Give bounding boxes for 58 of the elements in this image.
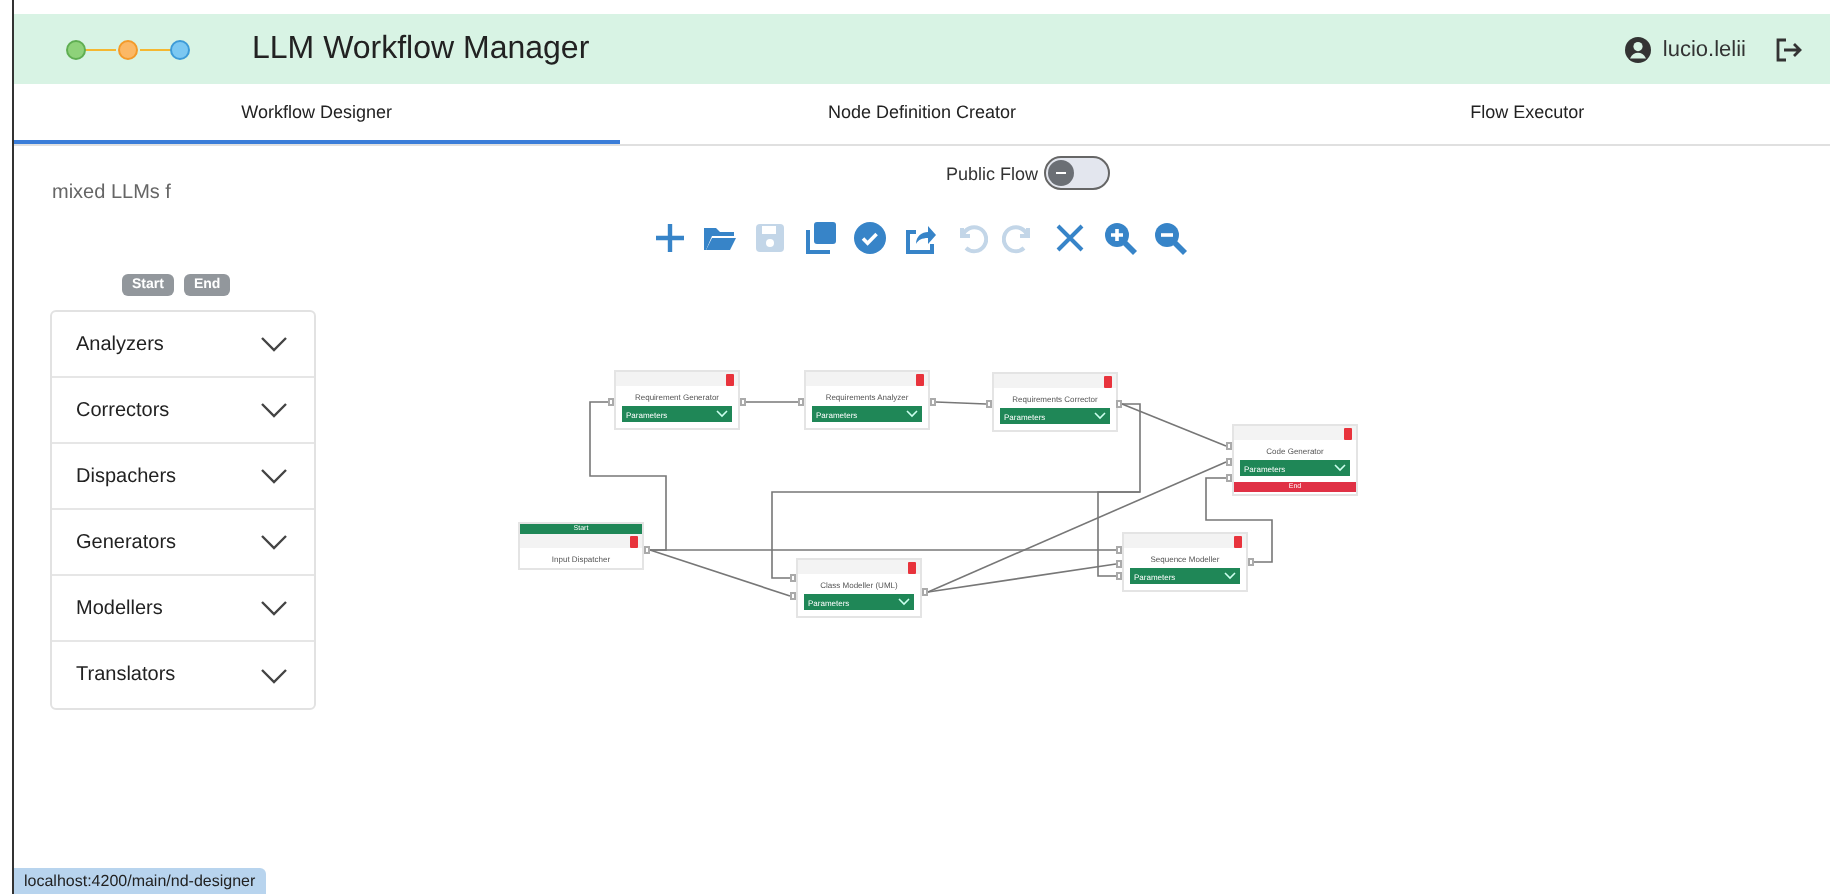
chevron-icon — [898, 598, 910, 606]
chevron-icon — [260, 600, 288, 616]
logo-icon — [64, 37, 192, 61]
app-title: LLM Workflow Manager — [252, 31, 590, 67]
zoom-in-icon[interactable] — [1102, 220, 1138, 256]
chevron-icon — [260, 534, 288, 550]
connector-line[interactable] — [927, 563, 1117, 593]
logout-icon[interactable] — [1774, 35, 1802, 63]
port-handle[interactable] — [740, 398, 746, 406]
port-handle[interactable] — [1248, 558, 1254, 566]
user-name: lucio.lelii — [1662, 37, 1746, 61]
delete-icon[interactable] — [726, 373, 734, 385]
check-circle-icon[interactable] — [852, 220, 888, 256]
port-handle[interactable] — [790, 574, 796, 582]
port-handle[interactable] — [608, 398, 614, 406]
chevron-icon — [260, 667, 288, 683]
delete-icon[interactable] — [1234, 535, 1242, 547]
chevron-icon — [1334, 464, 1346, 472]
delete-icon[interactable] — [1104, 375, 1112, 387]
plus-icon[interactable] — [652, 220, 688, 256]
port-handle[interactable] — [790, 592, 796, 600]
category-header[interactable]: Translators — [52, 642, 314, 708]
connector-line[interactable] — [589, 401, 667, 551]
connector-line[interactable] — [1121, 403, 1227, 447]
port-handle[interactable] — [798, 398, 804, 406]
zoom-out-icon[interactable] — [1152, 220, 1188, 256]
delete-icon[interactable] — [630, 535, 638, 547]
delete-icon[interactable] — [908, 561, 916, 573]
category-header[interactable]: Modellers — [52, 576, 314, 642]
delete-icon[interactable] — [1344, 427, 1352, 439]
category-header[interactable]: Dispachers — [52, 444, 314, 510]
chevron-icon — [1224, 572, 1236, 580]
public-flow-switch[interactable] — [1044, 156, 1111, 190]
connector-line[interactable] — [649, 549, 791, 597]
category-header[interactable]: Correctors — [52, 378, 314, 444]
chevron-icon — [1094, 412, 1106, 420]
delete-icon[interactable] — [916, 373, 924, 385]
user-avatar-icon — [1624, 35, 1653, 63]
connector-line[interactable] — [935, 401, 987, 405]
chevron-icon — [260, 468, 288, 484]
toggle-label: Public Flow — [946, 163, 1039, 183]
chevron-icon — [260, 336, 288, 352]
chevron-icon — [716, 410, 728, 418]
copy-icon[interactable] — [802, 220, 838, 256]
category-header[interactable]: Analyzers — [52, 312, 314, 378]
close-icon[interactable] — [1052, 220, 1088, 256]
port-handle[interactable] — [1116, 400, 1122, 408]
connector-line[interactable] — [927, 461, 1227, 593]
chevron-icon — [906, 410, 918, 418]
port-handle[interactable] — [930, 398, 936, 406]
chevron-icon — [260, 402, 288, 418]
port-handle[interactable] — [922, 588, 928, 596]
status-url: localhost:4200/main/nd-designer — [14, 868, 266, 894]
port-handle[interactable] — [644, 546, 650, 554]
connector-line[interactable] — [1097, 491, 1141, 577]
port-handle[interactable] — [986, 400, 992, 408]
category-header[interactable]: Generators — [52, 510, 314, 576]
flow-name: mixed LLMs f — [52, 182, 173, 204]
